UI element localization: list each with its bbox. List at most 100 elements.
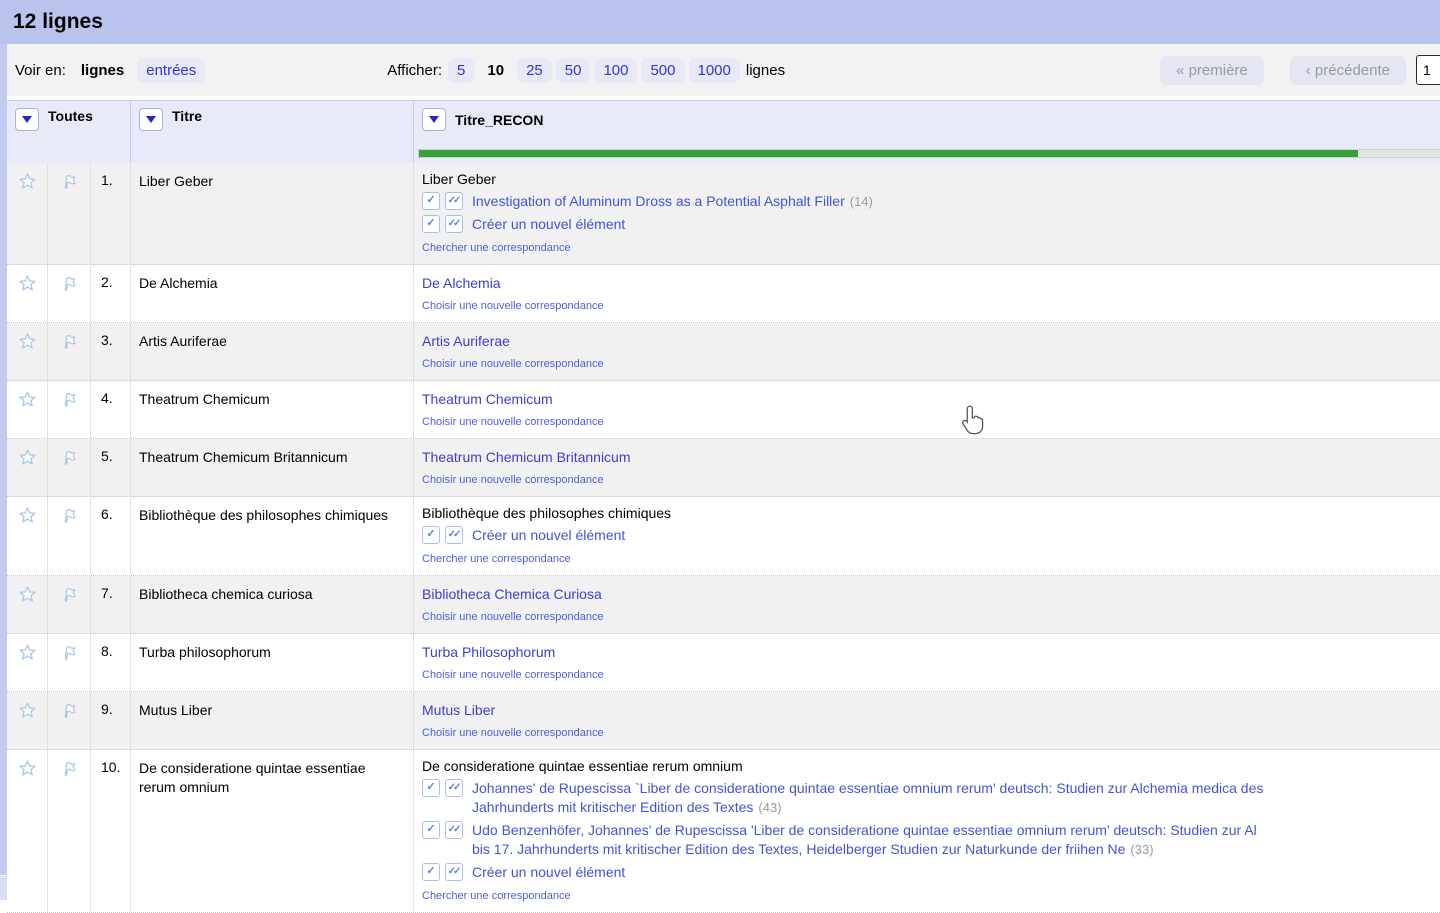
match-all-identical-cells-checkbox[interactable]: ✓✓ xyxy=(445,863,463,881)
matched-entity-link[interactable]: Bibliotheca Chemica Curiosa xyxy=(422,585,602,604)
page-number-input[interactable] xyxy=(1416,55,1440,85)
search-match-link[interactable]: Chercher une correspondance xyxy=(422,890,571,903)
candidate-text: Johannes' de Rupescissa `Liber de consid… xyxy=(472,779,1263,817)
matched-entity-link[interactable]: Artis Auriferae xyxy=(422,332,510,351)
matched-entity-link[interactable]: De Alchemia xyxy=(422,274,501,293)
first-page-button[interactable]: « première xyxy=(1160,56,1264,85)
choose-new-match-link[interactable]: Choisir une nouvelle correspondance xyxy=(422,358,604,371)
match-all-identical-cells-checkbox[interactable]: ✓✓ xyxy=(445,192,463,210)
matched-entity: Artis Auriferae xyxy=(422,330,1440,354)
star-cell[interactable] xyxy=(7,497,48,575)
row-index: 6. xyxy=(91,497,131,575)
recon-candidate: ✓✓✓Créer un nouvel élément xyxy=(422,863,1440,882)
choose-new-match-link[interactable]: Choisir une nouvelle correspondance xyxy=(422,611,604,624)
match-all-identical-cells-checkbox[interactable]: ✓✓ xyxy=(445,215,463,233)
star-cell[interactable] xyxy=(7,265,48,322)
match-all-identical-cells-checkbox[interactable]: ✓✓ xyxy=(445,821,463,839)
star-cell[interactable] xyxy=(7,634,48,691)
match-this-cell-checkbox[interactable]: ✓ xyxy=(422,192,440,210)
search-link-wrap: Chercher une correspondance xyxy=(422,886,1440,904)
flag-cell[interactable] xyxy=(48,497,91,575)
flag-cell[interactable] xyxy=(48,381,91,438)
flag-cell[interactable] xyxy=(48,163,91,264)
star-cell[interactable] xyxy=(7,439,48,496)
column-menu-button-all[interactable] xyxy=(15,108,39,131)
cell-value: Liber Geber xyxy=(422,170,1440,189)
page-size-option-25[interactable]: 25 xyxy=(517,58,552,83)
column-menu-button-titre-recon[interactable] xyxy=(422,108,446,131)
candidate-link[interactable]: Créer un nouvel élément xyxy=(472,527,625,543)
star-cell[interactable] xyxy=(7,163,48,264)
rematch-link-wrap: Choisir une nouvelle correspondance xyxy=(422,354,1440,372)
candidate-link[interactable]: Johannes' de Rupescissa `Liber de consid… xyxy=(472,780,1263,796)
match-this-cell-checkbox[interactable]: ✓ xyxy=(422,526,440,544)
match-this-cell-checkbox[interactable]: ✓ xyxy=(422,863,440,881)
page-size-option-1000[interactable]: 1000 xyxy=(689,58,740,83)
candidate-link[interactable]: bis 17. Jahrhunderts mit kritischer Edit… xyxy=(472,841,1125,857)
data-panel: Voir en: lignes entrées Afficher: 510255… xyxy=(7,44,1440,913)
row-index: 8. xyxy=(91,634,131,691)
candidate-link[interactable]: Jahrhunderts mit kritischer Edition des … xyxy=(472,799,753,815)
choose-new-match-link[interactable]: Choisir une nouvelle correspondance xyxy=(422,416,604,429)
page-size-option-10[interactable]: 10 xyxy=(478,58,513,83)
star-cell[interactable] xyxy=(7,381,48,438)
table-row: 2.De AlchemiaDe AlchemiaChoisir une nouv… xyxy=(7,265,1440,323)
choose-new-match-link[interactable]: Choisir une nouvelle correspondance xyxy=(422,727,604,740)
page-size-option-5[interactable]: 5 xyxy=(448,58,474,83)
flag-cell[interactable] xyxy=(48,692,91,749)
table-row: 7.Bibliotheca chemica curiosaBibliotheca… xyxy=(7,576,1440,634)
page-size-option-50[interactable]: 50 xyxy=(556,58,591,83)
titre-recon-cell: Theatrum Chemicum Choisir une nouvelle co… xyxy=(414,381,1440,438)
matched-entity-link[interactable]: Theatrum Chemicum xyxy=(422,390,553,409)
candidate-text: Créer un nouvel élément xyxy=(472,215,625,234)
column-header-all: Toutes xyxy=(7,101,131,163)
matched-entity-link[interactable]: Turba Philosophorum xyxy=(422,643,555,662)
flag-cell[interactable] xyxy=(48,323,91,380)
page-size-label: Afficher: xyxy=(387,62,442,79)
rematch-link-wrap: Choisir une nouvelle correspondance xyxy=(422,296,1440,314)
star-cell[interactable] xyxy=(7,692,48,749)
records-mode-button[interactable]: entrées xyxy=(137,58,205,83)
match-all-identical-cells-checkbox[interactable]: ✓✓ xyxy=(445,779,463,797)
match-all-identical-cells-checkbox[interactable]: ✓✓ xyxy=(445,526,463,544)
candidate-line: Udo Benzenhöfer, Johannes' de Rupescissa… xyxy=(472,821,1257,840)
recon-progress-bar xyxy=(418,149,1440,158)
page-size-option-100[interactable]: 100 xyxy=(594,58,637,83)
flag-cell[interactable] xyxy=(48,265,91,322)
rows-mode-button[interactable]: lignes xyxy=(72,58,133,83)
flag-cell[interactable] xyxy=(48,750,91,912)
star-icon xyxy=(18,759,37,783)
search-match-link[interactable]: Chercher une correspondance xyxy=(422,553,571,566)
titre-cell: Artis Auriferae xyxy=(131,323,414,380)
row-index: 9. xyxy=(91,692,131,749)
candidate-link[interactable]: Créer un nouvel élément xyxy=(472,864,625,880)
flag-icon xyxy=(60,390,79,414)
page-size-option-500[interactable]: 500 xyxy=(641,58,684,83)
column-menu-button-titre[interactable] xyxy=(139,108,163,131)
choose-new-match-link[interactable]: Choisir une nouvelle correspondance xyxy=(422,300,604,313)
candidate-link[interactable]: Investigation of Aluminum Dross as a Pot… xyxy=(472,193,845,209)
match-this-cell-checkbox[interactable]: ✓ xyxy=(422,779,440,797)
search-match-link[interactable]: Chercher une correspondance xyxy=(422,242,571,255)
choose-new-match-link[interactable]: Choisir une nouvelle correspondance xyxy=(422,669,604,682)
star-cell[interactable] xyxy=(7,576,48,633)
titre-recon-cell: Artis Auriferae Choisir une nouvelle corr… xyxy=(414,323,1440,380)
star-cell[interactable] xyxy=(7,323,48,380)
table-row: 10.De consideratione quintae essentiae r… xyxy=(7,750,1440,913)
match-this-cell-checkbox[interactable]: ✓ xyxy=(422,821,440,839)
column-header-titre-recon: Titre_RECON xyxy=(414,101,1440,163)
titre-recon-cell: Bibliothèque des philosophes chimiques✓✓… xyxy=(414,497,1440,575)
flag-cell[interactable] xyxy=(48,634,91,691)
candidate-link[interactable]: Udo Benzenhöfer, Johannes' de Rupescissa… xyxy=(472,822,1257,838)
star-cell[interactable] xyxy=(7,750,48,912)
match-this-cell-checkbox[interactable]: ✓ xyxy=(422,215,440,233)
flag-cell[interactable] xyxy=(48,439,91,496)
matched-entity-link[interactable]: Mutus Liber xyxy=(422,701,495,720)
chevron-down-icon xyxy=(146,116,156,123)
flag-icon xyxy=(60,274,79,298)
matched-entity-link[interactable]: Theatrum Chemicum Britannicum xyxy=(422,448,631,467)
flag-cell[interactable] xyxy=(48,576,91,633)
choose-new-match-link[interactable]: Choisir une nouvelle correspondance xyxy=(422,474,604,487)
candidate-link[interactable]: Créer un nouvel élément xyxy=(472,216,625,232)
previous-page-button[interactable]: ‹ précédente xyxy=(1290,56,1406,85)
